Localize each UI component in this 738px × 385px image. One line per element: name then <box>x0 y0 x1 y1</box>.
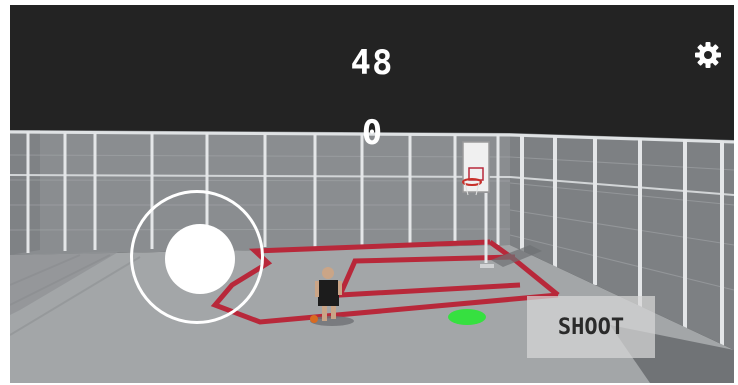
shoot-button[interactable]: SHOOT <box>527 296 655 358</box>
gear-icon <box>695 42 721 68</box>
joystick-knob[interactable] <box>165 224 235 294</box>
game-viewport: 48 0 SHOOT <box>10 5 734 383</box>
timer-display: 48 <box>350 43 394 83</box>
score-display: 0 <box>361 113 383 153</box>
settings-button[interactable] <box>694 41 722 69</box>
target-marker <box>448 309 486 325</box>
